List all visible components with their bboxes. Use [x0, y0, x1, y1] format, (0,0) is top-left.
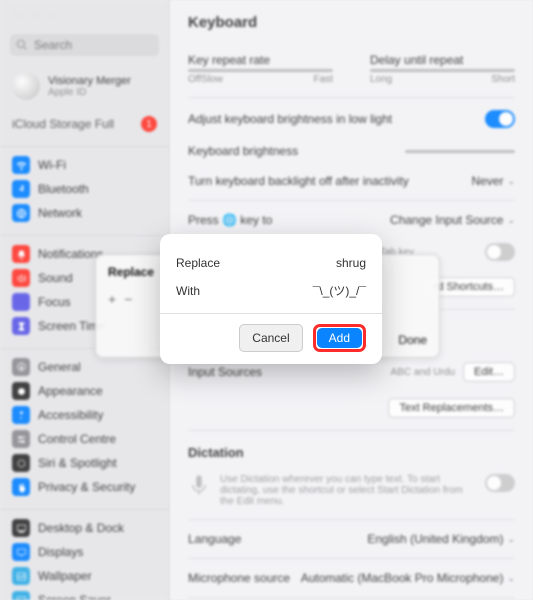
sidebar-item-appearance[interactable]: Appearance: [0, 379, 169, 403]
text-replacement-modal: Replace shrug With ¯\_(ツ)_/¯ Cancel Add: [160, 234, 382, 364]
moon-icon: [12, 293, 30, 311]
add-button[interactable]: Add: [317, 328, 362, 348]
sidebar-item-accessibility[interactable]: Accessibility: [0, 403, 169, 427]
backlight-select[interactable]: Never⌄: [471, 174, 515, 188]
search-input[interactable]: [10, 34, 159, 56]
bluetooth-icon: [12, 180, 30, 198]
sidebar-item-label: Screen Saver: [38, 593, 111, 600]
sidebar-item-label: Bluetooth: [38, 182, 89, 196]
dictation-toggle[interactable]: [485, 474, 515, 492]
hourglass-icon: [12, 317, 30, 335]
sidebar-item-privacy[interactable]: Privacy & Security: [0, 475, 169, 499]
dictation-desc: Use Dictation wherever you can type text…: [220, 474, 475, 507]
text-replacements-button[interactable]: Text Replacements…: [388, 398, 515, 418]
replace-input[interactable]: shrug: [336, 256, 366, 270]
accessibility-icon: [12, 406, 30, 424]
appearance-icon: [12, 382, 30, 400]
done-button[interactable]: Done: [398, 333, 427, 347]
sidebar-item-label: Siri & Spotlight: [38, 456, 117, 470]
add-button-highlight: Add: [313, 324, 366, 352]
with-label: With: [176, 284, 200, 298]
mic-label: Microphone source: [188, 571, 290, 585]
search-icon: [16, 39, 28, 51]
sidebar-item-network[interactable]: Network: [0, 201, 169, 225]
with-input[interactable]: ¯\_(ツ)_/¯: [313, 282, 366, 299]
siri-icon: [12, 454, 30, 472]
globe-select[interactable]: Change Input Source⌄: [390, 213, 515, 227]
language-label: Language: [188, 532, 241, 546]
sidebar-item-label: Accessibility: [38, 408, 103, 422]
hand-icon: [12, 478, 30, 496]
sidebar-item-wallpaper[interactable]: Wallpaper: [0, 564, 169, 588]
sidebar-item-label: Appearance: [38, 384, 103, 398]
page-title: Keyboard: [188, 14, 515, 31]
storage-label: iCloud Storage Full: [12, 117, 114, 131]
fn-toggle[interactable]: [485, 243, 515, 261]
brightness-auto-label: Adjust keyboard brightness in low light: [188, 112, 392, 126]
add-icon[interactable]: +: [108, 291, 116, 307]
repeat-label: Key repeat rate: [188, 53, 333, 67]
sidebar-item-label: Focus: [38, 295, 71, 309]
sidebar-item-label: Wallpaper: [38, 569, 92, 583]
sidebar-item-label: Privacy & Security: [38, 480, 135, 494]
dictation-title: Dictation: [188, 445, 515, 460]
screensaver-icon: [12, 591, 30, 600]
speaker-icon: [12, 269, 30, 287]
sidebar-item-label: Displays: [38, 545, 83, 559]
backlight-label: Turn keyboard backlight off after inacti…: [188, 174, 409, 188]
language-select[interactable]: English (United Kingdom)⌄: [367, 532, 515, 546]
sidebar-item-displays[interactable]: Displays: [0, 540, 169, 564]
globe-icon: [12, 204, 30, 222]
dock-icon: [12, 519, 30, 537]
replace-label: Replace: [176, 256, 220, 270]
account-row[interactable]: Visionary Merger Apple ID: [0, 66, 169, 110]
sidebar-item-desktop[interactable]: Desktop & Dock: [0, 516, 169, 540]
sliders-icon: [12, 430, 30, 448]
sidebar-item-siri[interactable]: Siri & Spotlight: [0, 451, 169, 475]
input-sources-label: Input Sources: [188, 365, 262, 379]
storage-row[interactable]: iCloud Storage Full 1: [0, 110, 169, 142]
sidebar-item-label: Notifications: [38, 247, 103, 261]
delay-slider[interactable]: [370, 69, 515, 72]
brightness-label: Keyboard brightness: [188, 144, 298, 158]
edit-button[interactable]: Edit…: [463, 362, 515, 382]
brightness-slider[interactable]: [405, 150, 515, 153]
sidebar-item-screensaver[interactable]: Screen Saver: [0, 588, 169, 600]
account-name: Visionary Merger: [48, 75, 131, 87]
account-sub: Apple ID: [48, 87, 131, 98]
sidebar-item-bluetooth[interactable]: Bluetooth: [0, 177, 169, 201]
mic-select[interactable]: Automatic (MacBook Pro Microphone)⌄: [301, 571, 515, 585]
wallpaper-icon: [12, 567, 30, 585]
sidebar-item-label: General: [38, 360, 81, 374]
sidebar-item-label: Sound: [38, 271, 73, 285]
sidebar-item-label: Control Centre: [38, 432, 116, 446]
remove-icon[interactable]: −: [124, 291, 132, 307]
delay-label: Delay until repeat: [370, 53, 515, 67]
sidebar-item-label: Wi-Fi: [38, 158, 66, 172]
display-icon: [12, 543, 30, 561]
gear-icon: [12, 358, 30, 376]
bell-icon: [12, 245, 30, 263]
avatar: [12, 72, 40, 100]
sidebar-item-label: Desktop & Dock: [38, 521, 124, 535]
wifi-icon: [12, 156, 30, 174]
sidebar-item-general[interactable]: General: [0, 355, 169, 379]
repeat-slider[interactable]: [188, 69, 333, 72]
globe-label: Press 🌐 key to: [188, 213, 272, 227]
sidebar-item-label: Network: [38, 206, 82, 220]
cancel-button[interactable]: Cancel: [239, 324, 302, 352]
sidebar-item-wifi[interactable]: Wi-Fi: [0, 153, 169, 177]
storage-badge: 1: [141, 116, 157, 132]
brightness-auto-toggle[interactable]: [485, 110, 515, 128]
sidebar-item-controlcentre[interactable]: Control Centre: [0, 427, 169, 451]
mic-icon: [188, 474, 210, 496]
